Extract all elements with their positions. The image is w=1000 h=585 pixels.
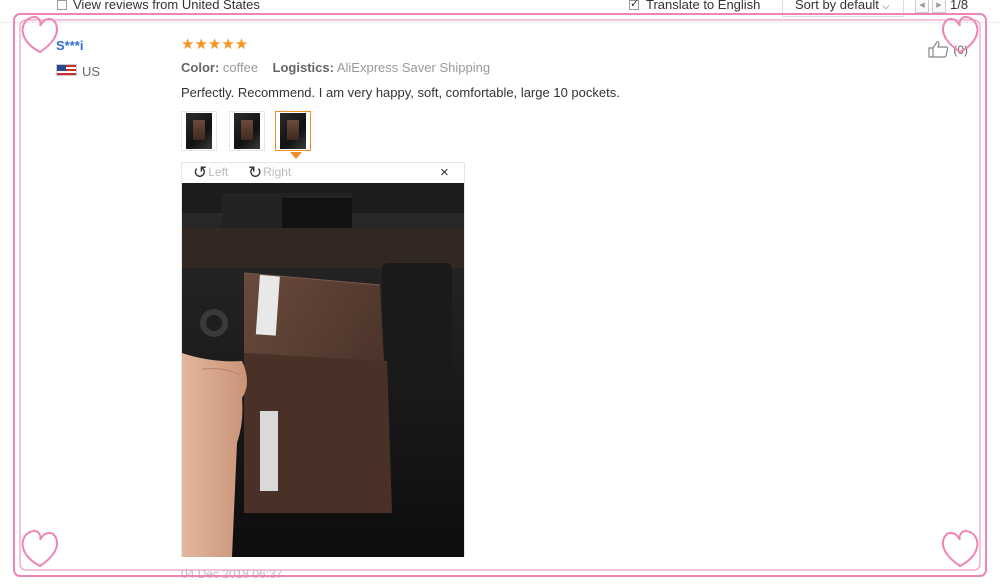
- translate-checkbox[interactable]: [629, 0, 639, 10]
- like-count: (0): [953, 43, 969, 57]
- rotate-right-icon: ↻: [248, 163, 263, 182]
- logistics-label: Logistics:: [272, 60, 334, 75]
- rotate-left-label: Left: [208, 165, 229, 179]
- photo-viewer: ↺Left ↻Right ×: [181, 162, 465, 557]
- review-date: 04 Dec 2018 06:37: [181, 567, 283, 581]
- translate-label[interactable]: Translate to English: [646, 0, 760, 12]
- review-photo-thumbnail[interactable]: [229, 111, 265, 151]
- prev-page-icon[interactable]: ◀: [915, 0, 929, 13]
- like-button[interactable]: (0): [928, 40, 968, 58]
- next-page-icon[interactable]: ▶: [932, 0, 946, 13]
- rating-stars: ★★★★★: [181, 36, 249, 53]
- color-value: coffee: [222, 60, 259, 75]
- review-photo-thumbnail[interactable]: [181, 111, 217, 151]
- review-filter-bar: View reviews from United States Translat…: [0, 0, 1000, 23]
- pagination-counter: 1/8: [950, 0, 969, 12]
- sort-dropdown[interactable]: Sort by default ⌵: [782, 0, 904, 17]
- review-text: Perfectly. Recommend. I am very happy, s…: [181, 85, 620, 100]
- review-page: View reviews from United States Translat…: [0, 0, 1000, 585]
- close-icon[interactable]: ×: [440, 164, 449, 181]
- thumbs-up-icon: [928, 41, 949, 58]
- rotate-left-button[interactable]: ↺Left: [193, 163, 228, 183]
- review-photo-thumbnail-selected[interactable]: [275, 111, 311, 159]
- logistics-value: AliExpress Saver Shipping: [336, 60, 491, 75]
- us-flag-icon: [56, 64, 77, 76]
- sort-label: Sort by default: [795, 0, 879, 12]
- view-us-label[interactable]: View reviews from United States: [73, 0, 260, 12]
- rotate-right-label: Right: [263, 165, 292, 179]
- color-label: Color:: [181, 60, 220, 75]
- reviewer-country: US: [82, 64, 101, 79]
- view-us-checkbox[interactable]: [57, 0, 67, 10]
- rotate-left-icon: ↺: [193, 163, 208, 182]
- rotate-right-button[interactable]: ↻Right: [248, 163, 291, 183]
- order-info: Color: coffee Logistics: AliExpress Save…: [181, 60, 490, 75]
- photo-viewer-toolbar: ↺Left ↻Right ×: [182, 163, 464, 183]
- chevron-down-icon: ⌵: [882, 1, 890, 11]
- reviewer-name[interactable]: S***i: [56, 38, 83, 53]
- review-photo-large: [182, 183, 464, 557]
